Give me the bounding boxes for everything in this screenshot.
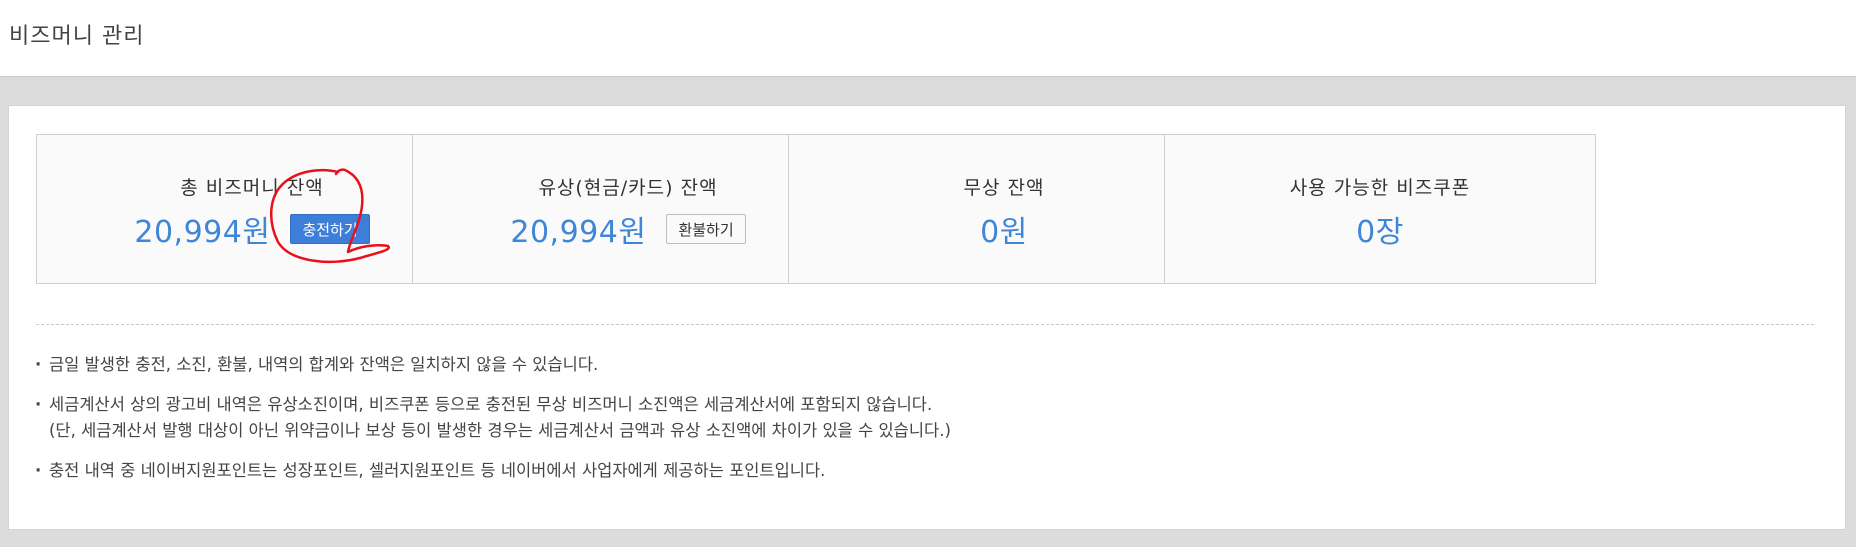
notice-subtext: (단, 세금계산서 발행 대상이 아닌 위약금이나 보상 등이 발생한 경우는 … — [49, 421, 951, 440]
paid-balance-title: 유상(현금/카드) 잔액 — [538, 177, 718, 199]
refund-button[interactable]: 환불하기 — [666, 214, 746, 244]
notice-item: 금일 발생한 충전, 소진, 환불, 내역의 합계와 잔액은 일치하지 않을 수… — [33, 352, 951, 378]
total-bizmoney-title: 총 비즈머니 잔액 — [180, 177, 324, 199]
notice-text: 세금계산서 상의 광고비 내역은 유상소진이며, 비즈쿠폰 등으로 충전된 무상… — [49, 395, 933, 414]
top-header: 비즈머니 관리 — [0, 0, 1856, 77]
free-balance-amount: 0원 — [980, 215, 1028, 250]
notice-text: 충전 내역 중 네이버지원포인트는 성장포인트, 셀러지원포인트 등 네이버에서… — [49, 461, 826, 480]
bizmoney-panel: 총 비즈머니 잔액 20,994원 충전하기 유상(현금/카드) 잔액 20,9… — [8, 105, 1846, 530]
total-bizmoney-amount: 20,994원 — [134, 215, 271, 250]
bizcoupon-title: 사용 가능한 비즈쿠폰 — [1289, 177, 1471, 199]
dashed-divider — [36, 324, 1814, 325]
notice-item: 충전 내역 중 네이버지원포인트는 성장포인트, 셀러지원포인트 등 네이버에서… — [33, 458, 951, 484]
bizcoupon-card: 사용 가능한 비즈쿠폰 0장 — [1164, 134, 1596, 284]
notice-item: 세금계산서 상의 광고비 내역은 유상소진이며, 비즈쿠폰 등으로 충전된 무상… — [33, 392, 951, 444]
total-bizmoney-card: 총 비즈머니 잔액 20,994원 충전하기 — [36, 134, 468, 284]
paid-balance-amount: 20,994원 — [510, 215, 647, 250]
notice-text: 금일 발생한 충전, 소진, 환불, 내역의 합계와 잔액은 일치하지 않을 수… — [49, 355, 599, 374]
paid-balance-card: 유상(현금/카드) 잔액 20,994원 환불하기 — [412, 134, 844, 284]
bizcoupon-count: 0장 — [1356, 215, 1404, 250]
charge-button[interactable]: 충전하기 — [290, 214, 370, 244]
notice-list: 금일 발생한 충전, 소진, 환불, 내역의 합계와 잔액은 일치하지 않을 수… — [33, 352, 951, 498]
page-title: 비즈머니 관리 — [9, 24, 145, 49]
free-balance-title: 무상 잔액 — [963, 177, 1045, 199]
free-balance-card: 무상 잔액 0원 — [788, 134, 1220, 284]
